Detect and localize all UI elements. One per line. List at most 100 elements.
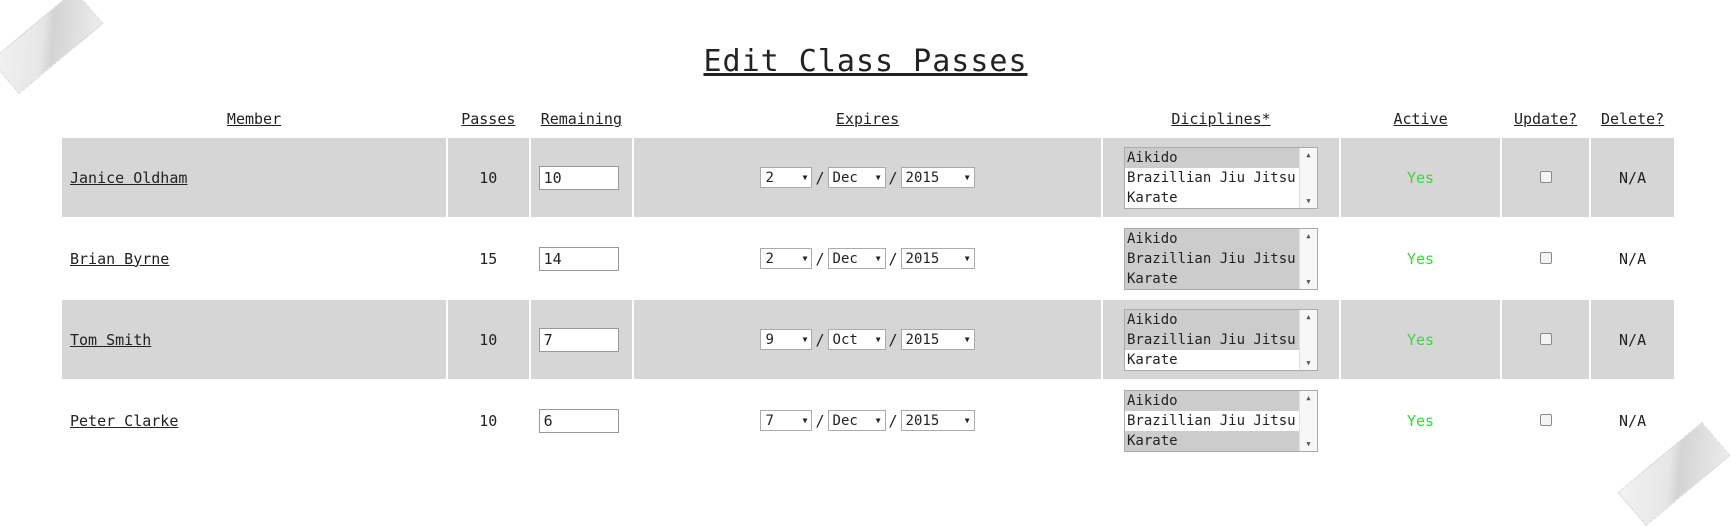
- header-member[interactable]: Member: [62, 102, 446, 136]
- page-title: Edit Class Passes: [703, 44, 1028, 79]
- expires-month-value: Dec: [832, 412, 858, 429]
- discipline-option[interactable]: Karate: [1125, 430, 1300, 451]
- member-cell: Peter Clarke: [62, 381, 446, 460]
- discipline-option[interactable]: Brazillian Jiu Jitsu: [1125, 329, 1300, 350]
- remaining-input[interactable]: [538, 408, 619, 433]
- scroll-up-icon[interactable]: ▲: [1306, 394, 1310, 402]
- table-row: Janice Oldham102▼/Dec▼/2015▼AikidoBrazil…: [62, 138, 1674, 217]
- update-cell: [1502, 381, 1589, 460]
- scroll-down-icon[interactable]: ▼: [1306, 440, 1310, 448]
- header-disciplines[interactable]: Diciplines*: [1103, 102, 1339, 136]
- remaining-cell: [531, 219, 633, 298]
- date-separator: /: [815, 411, 825, 430]
- discipline-option[interactable]: Brazillian Jiu Jitsu: [1125, 168, 1300, 188]
- active-status: Yes: [1406, 330, 1435, 349]
- discipline-option[interactable]: Karate: [1125, 188, 1300, 208]
- member-cell: Janice Oldham: [62, 138, 447, 217]
- expires-month-select[interactable]: Dec ▼: [827, 248, 886, 269]
- expires-month-select[interactable]: Dec ▼: [827, 167, 886, 188]
- member-link[interactable]: Peter Clarke: [70, 412, 178, 430]
- listbox-scrollbar[interactable]: ▲ ▼: [1299, 390, 1317, 451]
- dropdown-arrow-icon: ▼: [875, 416, 881, 425]
- header-remaining[interactable]: Remaining: [531, 102, 633, 136]
- disciplines-multiselect[interactable]: Aikido Brazillian Jiu Jitsu Karate ▲ ▼: [1124, 227, 1318, 290]
- member-cell: Tom Smith: [62, 300, 447, 379]
- member-link[interactable]: Tom Smith: [70, 331, 151, 349]
- expires-year-select[interactable]: 2015 ▼: [900, 167, 975, 188]
- listbox-scrollbar[interactable]: ▲ ▼: [1299, 147, 1317, 208]
- table-row: Tom Smith109▼/Oct▼/2015▼AikidoBrazillian…: [62, 300, 1674, 379]
- header-passes[interactable]: Passes: [448, 102, 529, 136]
- table-row: Peter Clarke107▼/Dec▼/2015▼AikidoBrazill…: [62, 381, 1674, 460]
- discipline-option[interactable]: Karate: [1125, 268, 1300, 289]
- class-passes-table: Member Passes Remaining Expires Diciplin…: [60, 100, 1676, 462]
- expires-day-select[interactable]: 9 ▼: [760, 329, 813, 350]
- discipline-option[interactable]: Brazillian Jiu Jitsu: [1125, 411, 1300, 431]
- expires-year-value: 2015: [905, 250, 940, 267]
- discipline-option[interactable]: Aikido: [1125, 147, 1300, 168]
- update-checkbox[interactable]: [1539, 251, 1552, 264]
- dropdown-arrow-icon: ▼: [802, 173, 808, 182]
- expires-year-value: 2015: [905, 169, 940, 186]
- scroll-up-icon[interactable]: ▲: [1306, 151, 1310, 159]
- update-checkbox[interactable]: [1539, 170, 1552, 183]
- passes-cell: 10: [448, 138, 529, 217]
- disciplines-cell: Aikido Brazillian Jiu Jitsu Karate ▲ ▼: [1103, 219, 1339, 298]
- expires-month-select[interactable]: Oct ▼: [827, 329, 886, 350]
- expires-day-select[interactable]: 2 ▼: [760, 167, 813, 188]
- update-checkbox[interactable]: [1539, 332, 1552, 345]
- expires-day-value: 2: [765, 250, 774, 267]
- remaining-input[interactable]: [538, 327, 619, 352]
- dropdown-arrow-icon: ▼: [964, 335, 970, 344]
- update-checkbox[interactable]: [1539, 413, 1552, 426]
- remaining-cell: [530, 138, 633, 217]
- member-cell: Brian Byrne: [62, 219, 446, 298]
- scroll-up-icon[interactable]: ▲: [1306, 232, 1310, 240]
- listbox-scrollbar[interactable]: ▲ ▼: [1299, 228, 1317, 289]
- date-separator: /: [815, 330, 825, 349]
- remaining-input[interactable]: [538, 165, 619, 190]
- scroll-down-icon[interactable]: ▼: [1306, 278, 1310, 286]
- delete-cell: N/A: [1619, 411, 1647, 430]
- expires-month-value: Oct: [832, 331, 858, 348]
- expires-day-select[interactable]: 7 ▼: [760, 410, 813, 431]
- expires-month-select[interactable]: Dec ▼: [827, 410, 886, 431]
- member-link[interactable]: Janice Oldham: [70, 169, 187, 187]
- expires-year-select[interactable]: 2015 ▼: [900, 248, 975, 269]
- member-link[interactable]: Brian Byrne: [70, 250, 169, 268]
- dropdown-arrow-icon: ▼: [964, 173, 970, 182]
- disciplines-multiselect[interactable]: Aikido Brazillian Jiu Jitsu Karate ▲ ▼: [1124, 308, 1318, 371]
- active-status: Yes: [1406, 411, 1435, 430]
- dropdown-arrow-icon: ▼: [875, 173, 881, 182]
- header-delete[interactable]: Delete?: [1591, 102, 1674, 136]
- discipline-option[interactable]: Aikido: [1125, 309, 1300, 330]
- header-active[interactable]: Active: [1341, 102, 1500, 136]
- update-cell: [1501, 300, 1590, 379]
- listbox-scrollbar[interactable]: ▲ ▼: [1299, 309, 1317, 370]
- expires-day-select[interactable]: 2 ▼: [760, 248, 813, 269]
- scroll-down-icon[interactable]: ▼: [1306, 359, 1310, 367]
- discipline-option[interactable]: Brazillian Jiu Jitsu: [1125, 248, 1300, 269]
- disciplines-multiselect[interactable]: Aikido Brazillian Jiu Jitsu Karate ▲ ▼: [1124, 146, 1318, 209]
- header-expires[interactable]: Expires: [634, 102, 1101, 136]
- active-cell: Yes: [1341, 300, 1500, 379]
- expires-cell: 9 ▼ / Oct ▼/2015 ▼: [634, 300, 1101, 379]
- remaining-input[interactable]: [538, 246, 619, 271]
- expires-year-value: 2015: [905, 331, 940, 348]
- table-row: Brian Byrne152▼/Dec▼/2015▼AikidoBrazilli…: [62, 219, 1674, 298]
- expires-cell: 2 ▼ / Dec ▼/2015 ▼: [634, 138, 1101, 217]
- scroll-down-icon[interactable]: ▼: [1306, 197, 1310, 205]
- date-separator: /: [815, 249, 825, 268]
- discipline-option[interactable]: Karate: [1125, 350, 1300, 370]
- delete-cell: N/A: [1591, 138, 1674, 217]
- disciplines-multiselect[interactable]: Aikido Brazillian Jiu Jitsu Karate ▲ ▼: [1124, 389, 1318, 452]
- remaining-cell: [531, 381, 633, 460]
- expires-cell: 7 ▼ / Dec ▼/2015 ▼: [634, 381, 1101, 460]
- discipline-option[interactable]: Aikido: [1125, 228, 1300, 249]
- discipline-option[interactable]: Aikido: [1125, 390, 1300, 411]
- header-update[interactable]: Update?: [1502, 102, 1589, 136]
- expires-year-select[interactable]: 2015 ▼: [900, 329, 975, 350]
- scroll-up-icon[interactable]: ▲: [1306, 313, 1310, 321]
- expires-year-select[interactable]: 2015 ▼: [900, 410, 975, 431]
- dropdown-arrow-icon: ▼: [802, 416, 808, 425]
